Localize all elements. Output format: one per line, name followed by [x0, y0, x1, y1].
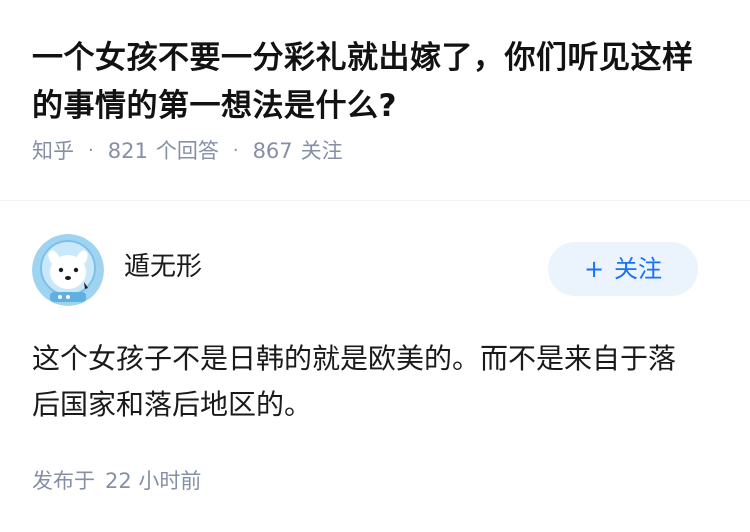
separator-dot: · — [232, 140, 239, 161]
follow-label: 关注 — [614, 255, 663, 283]
answer-content[interactable]: 这个女孩子不是日韩的就是欧美的。而不是来自于落后国家和落后地区的。 — [32, 336, 702, 428]
question-title[interactable]: 一个女孩不要一分彩礼就出嫁了，你们听见这样的事情的第一想法是什么? — [32, 34, 722, 130]
publish-time-value: 22 小时前 — [105, 469, 202, 493]
section-divider — [0, 200, 750, 201]
question-meta: 知乎 · 821 个回答 · 867 关注 — [32, 136, 722, 166]
question-header: 一个女孩不要一分彩礼就出嫁了，你们听见这样的事情的第一想法是什么? 知乎 · 8… — [32, 34, 722, 166]
publish-time: 发布于 22 小时前 — [32, 466, 201, 496]
answer-count: 821 — [107, 139, 148, 163]
answer-card: 遁无形 + 关注 这个女孩子不是日韩的就是欧美的。而不是来自于落后国家和落后地区的… — [32, 234, 718, 428]
separator-dot: · — [88, 140, 94, 161]
author-row: 遁无形 + 关注 — [32, 234, 718, 306]
follower-count: 867 — [252, 139, 293, 163]
cartoon-astronaut-avatar-icon[interactable] — [32, 234, 104, 306]
follower-count-label: 关注 — [300, 139, 343, 163]
answer-count-label: 个回答 — [155, 139, 219, 163]
source-label[interactable]: 知乎 — [32, 136, 74, 166]
author-name[interactable]: 遁无形 — [124, 250, 202, 284]
follow-button[interactable]: + 关注 — [548, 242, 698, 296]
zhihu-answer-page: 一个女孩不要一分彩礼就出嫁了，你们听见这样的事情的第一想法是什么? 知乎 · 8… — [0, 0, 750, 532]
plus-icon: + — [583, 255, 605, 283]
publish-label: 发布于 — [32, 469, 95, 493]
